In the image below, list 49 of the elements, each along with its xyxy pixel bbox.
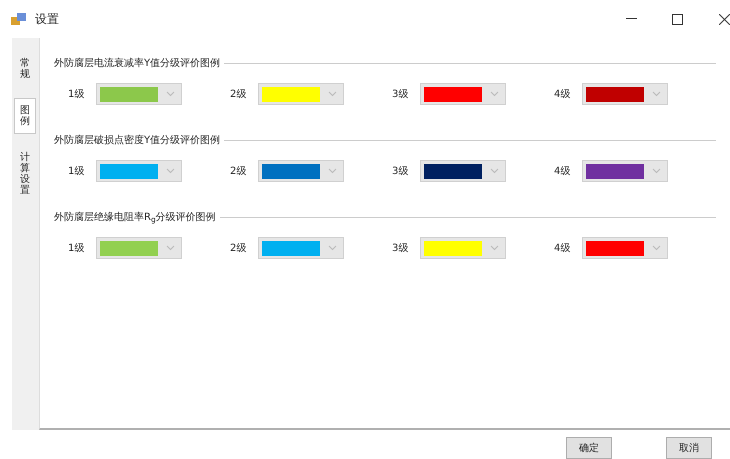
tab[interactable]: 图例: [14, 98, 36, 134]
color-dropdown[interactable]: [96, 160, 182, 182]
level-label: 3级: [392, 164, 410, 178]
color-dropdown[interactable]: [96, 83, 182, 105]
caret-icon: [166, 91, 175, 97]
caret-icon: [652, 168, 661, 174]
level-label: 1级: [68, 164, 86, 178]
caret-icon: [652, 91, 661, 97]
group-title: 外防腐层破损点密度Y值分级评价图例: [54, 134, 220, 148]
level-label: 1级: [68, 88, 86, 102]
caret-icon: [328, 245, 337, 251]
color-dropdown[interactable]: [96, 237, 182, 259]
level-label: 2级: [230, 242, 248, 256]
color-dropdown[interactable]: [420, 160, 506, 182]
level-label: 4级: [554, 88, 572, 102]
dialog-button[interactable]: 取消: [666, 437, 712, 459]
maximize-icon: [672, 14, 682, 24]
color-dropdown[interactable]: [258, 83, 344, 105]
app-icon: [11, 12, 27, 26]
color-dropdown[interactable]: [420, 83, 506, 105]
color-dropdown[interactable]: [582, 83, 668, 105]
group-title: 外防腐层电流衰减率Y值分级评价图例: [54, 56, 220, 71]
level-label: 2级: [230, 164, 248, 178]
color-dropdown[interactable]: [258, 160, 344, 182]
color-dropdown[interactable]: [582, 237, 668, 259]
level-label: 4级: [554, 242, 572, 256]
color-dropdown[interactable]: [582, 160, 668, 182]
caret-icon: [328, 168, 337, 174]
tab[interactable]: 计算设置: [16, 146, 34, 202]
level-label: 3级: [392, 242, 410, 256]
group-title: 外防腐层绝缘电阻率R$_{g}$分级评价图例: [54, 210, 216, 225]
caret-icon: [166, 245, 175, 251]
caret-icon: [328, 91, 337, 97]
minimize-icon: [626, 18, 636, 20]
level-label: 1级: [68, 242, 86, 256]
caret-icon: [490, 91, 499, 97]
level-label: 3级: [392, 88, 410, 102]
level-label: 2级: [230, 88, 248, 102]
caret-icon: [490, 168, 499, 174]
caret-icon: [652, 245, 661, 251]
color-dropdown[interactable]: [258, 237, 344, 259]
caret-icon: [490, 245, 499, 251]
dialog-button[interactable]: 确定: [566, 437, 612, 459]
tab[interactable]: 常规: [16, 52, 34, 86]
caret-icon: [166, 168, 175, 174]
level-label: 4级: [554, 164, 572, 178]
window-title: 设置: [35, 11, 59, 28]
close-icon: [719, 14, 730, 24]
color-dropdown[interactable]: [420, 237, 506, 259]
